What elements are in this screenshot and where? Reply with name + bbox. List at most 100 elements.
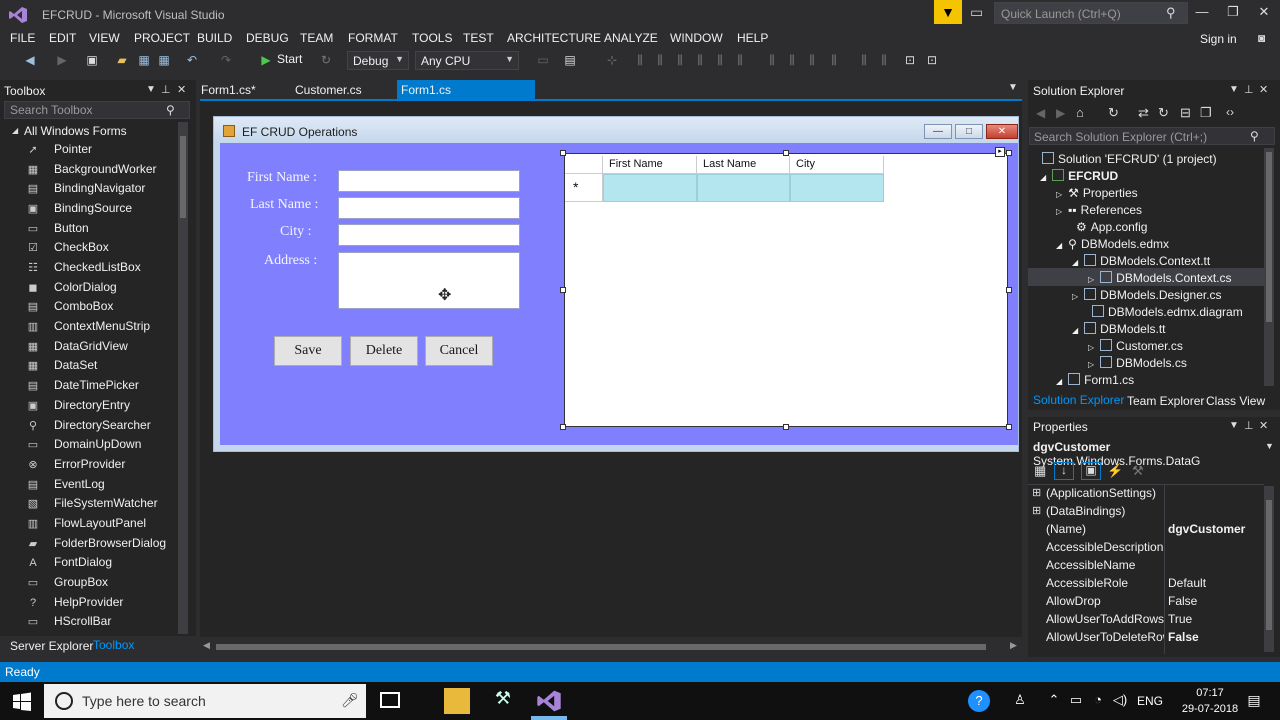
spacing-vertical-icon[interactable]: ⫼ <box>876 52 892 68</box>
address-textarea[interactable] <box>338 252 520 309</box>
show-all-files-icon[interactable]: ❐ <box>1200 105 1212 121</box>
prop-allow-delete-rows-value[interactable]: False <box>1168 630 1199 644</box>
view-code-icon[interactable]: ‹› <box>1226 105 1234 119</box>
quick-launch-input[interactable]: Quick Launch (Ctrl+Q) <box>994 2 1188 24</box>
tab-team-explorer[interactable]: Team Explorer <box>1127 394 1204 408</box>
menu-team[interactable]: TEAM <box>300 31 333 45</box>
pending-changes-icon[interactable]: ⇄ <box>1138 105 1149 121</box>
toolbox-item-fontdialog[interactable]: A FontDialog <box>26 555 178 573</box>
align-middle-icon[interactable]: ⫼ <box>712 52 728 68</box>
align-center-icon[interactable]: ⫼ <box>652 52 668 68</box>
tree-item-form1-cs[interactable]: ◢ Form1.cs <box>1056 373 1134 390</box>
sign-in-link[interactable]: Sign in <box>1200 32 1237 46</box>
alphabetical-icon[interactable]: ↓ <box>1054 462 1074 480</box>
collapse-arrow-icon[interactable]: ◢ <box>12 126 18 135</box>
toolbox-item-datagridview[interactable]: ▦ DataGridView <box>26 339 178 357</box>
tree-item-edmx-diagram[interactable]: DBModels.edmx.diagram <box>1092 305 1243 322</box>
scroll-left-icon[interactable]: ◀ <box>203 640 210 651</box>
scroll-right-icon[interactable]: ▶ <box>1010 640 1017 651</box>
prop-allow-delete-rows[interactable]: AllowUserToDeleteRows <box>1046 630 1164 644</box>
tab-form1-cs[interactable]: Form1.cs* <box>197 80 260 99</box>
categorized-icon[interactable]: ▦ <box>1034 463 1046 479</box>
designer-scroll-thumb[interactable] <box>216 644 986 650</box>
language-indicator[interactable]: ENG <box>1137 694 1163 708</box>
start-icon[interactable]: ▶ <box>258 52 274 68</box>
tab-solution-explorer[interactable]: Solution Explorer <box>1033 393 1124 407</box>
windows-start-icon[interactable] <box>12 692 32 712</box>
align-top-icon[interactable]: ⫼ <box>692 52 708 68</box>
toolbox-item-hscrollbar[interactable]: ▭ HScrollBar <box>26 614 178 632</box>
resize-handle[interactable] <box>1006 424 1012 430</box>
tab-form1-design[interactable]: Form1.cs [Design]*⊣✕ <box>397 80 535 111</box>
tree-item-customer-cs[interactable]: ▷ Customer.cs <box>1088 339 1183 356</box>
toolbox-item-checkbox[interactable]: ☑ CheckBox <box>26 240 178 258</box>
column-header-last-name[interactable]: Last Name <box>697 156 790 174</box>
menu-architecture[interactable]: ARCHITECTURE <box>507 31 601 45</box>
feedback-icon[interactable]: ▭ <box>970 4 988 20</box>
toolbox-item-groupbox[interactable]: ▭ GroupBox <box>26 575 178 593</box>
resize-handle[interactable] <box>560 424 566 430</box>
pin-icon[interactable]: ⊥ <box>1244 419 1254 432</box>
prop-accessible-description[interactable]: AccessibleDescription <box>1046 540 1163 554</box>
menu-test[interactable]: TEST <box>463 31 494 45</box>
prop-data-bindings[interactable]: (DataBindings) <box>1046 504 1125 518</box>
tree-item-references[interactable]: ▷ ▪▪ References <box>1056 203 1142 220</box>
configuration-dropdown[interactable]: Debug ▼ <box>347 51 409 70</box>
menu-help[interactable]: HELP <box>737 31 768 45</box>
redo-icon[interactable]: ↷ <box>218 52 234 68</box>
toolbox-item-folderbrowserdialog[interactable]: ▰ FolderBrowserDialog <box>26 536 178 554</box>
refresh-icon[interactable]: ↻ <box>1158 105 1169 121</box>
city-input[interactable] <box>338 224 520 246</box>
events-icon[interactable]: ⚡ <box>1107 463 1123 479</box>
panel-menu-icon[interactable]: ▼ <box>146 84 156 95</box>
properties-scroll-thumb[interactable] <box>1266 500 1272 630</box>
toolbox-item-backgroundworker[interactable]: ▦ BackgroundWorker <box>26 162 178 180</box>
close-icon[interactable]: ✕ <box>1259 83 1268 96</box>
sync-icon[interactable]: ↻ <box>1108 105 1119 121</box>
tab-customer-cs[interactable]: Customer.cs <box>291 80 366 99</box>
toolbox-item-pointer[interactable]: ➚ Pointer <box>26 142 178 160</box>
toolbox-item-flowlayoutpanel[interactable]: ▥ FlowLayoutPanel <box>26 516 178 534</box>
size-to-grid-icon[interactable]: ⫼ <box>826 52 842 68</box>
close-icon[interactable]: ✕ <box>1252 4 1276 22</box>
form-maximize-icon[interactable]: □ <box>955 124 983 139</box>
back-icon[interactable]: ◀ <box>22 52 38 68</box>
tab-class-view[interactable]: Class View <box>1206 394 1265 408</box>
search-icon[interactable]: ⚲ <box>1166 5 1176 21</box>
tree-item-dbmodels-edmx[interactable]: ◢ ⚲ DBModels.edmx <box>1056 237 1169 254</box>
prop-name-value[interactable]: dgvCustomer <box>1168 522 1245 536</box>
align-right-icon[interactable]: ⫼ <box>672 52 688 68</box>
align-icon[interactable]: ⊹ <box>604 52 620 68</box>
save-icon[interactable]: ▦ <box>136 52 152 68</box>
battery-icon[interactable]: ▭ <box>1068 692 1084 708</box>
account-icon[interactable]: ◙ <box>1258 31 1274 47</box>
prop-accessible-name[interactable]: AccessibleName <box>1046 558 1135 572</box>
resize-handle[interactable] <box>560 150 566 156</box>
grid-cell-last-name[interactable] <box>697 174 790 202</box>
resize-handle[interactable] <box>560 287 566 293</box>
toolbox-item-domainupdown[interactable]: ▭ DomainUpDown <box>26 437 178 455</box>
prop-allow-drop-value[interactable]: False <box>1168 594 1197 608</box>
properties-view-icon[interactable]: ▣ <box>1081 462 1101 480</box>
network-icon[interactable]: ◔ <box>1090 692 1106 708</box>
menu-view[interactable]: VIEW <box>89 31 120 45</box>
align-left-icon[interactable]: ⫼ <box>632 52 648 68</box>
forward-icon[interactable]: ▶ <box>54 52 70 68</box>
microphone-icon[interactable]: 🎤︎ <box>341 692 359 709</box>
delete-button[interactable]: Delete <box>350 336 418 366</box>
start-button[interactable]: Start <box>277 52 302 66</box>
panel-menu-icon[interactable]: ▼ <box>1229 84 1239 95</box>
people-icon[interactable]: ♙ <box>1012 692 1028 708</box>
platform-dropdown[interactable]: Any CPU ▼ <box>415 51 519 70</box>
close-icon[interactable]: ✕ <box>177 83 186 96</box>
column-header-city[interactable]: City <box>790 156 884 174</box>
cancel-button[interactable]: Cancel <box>425 336 493 366</box>
toolbox-search-input[interactable]: Search Toolbox <box>4 101 190 119</box>
panel-menu-icon[interactable]: ▼ <box>1229 420 1239 431</box>
toolbox-item-contextmenustrip[interactable]: ▥ ContextMenuStrip <box>26 319 178 337</box>
last-name-input[interactable] <box>338 197 520 219</box>
find-icon[interactable]: ▭ <box>535 52 551 68</box>
toolbox-scroll-thumb[interactable] <box>180 136 186 218</box>
pin-icon[interactable]: ⊥ <box>1244 83 1254 96</box>
prop-accessible-role-value[interactable]: Default <box>1168 576 1206 590</box>
